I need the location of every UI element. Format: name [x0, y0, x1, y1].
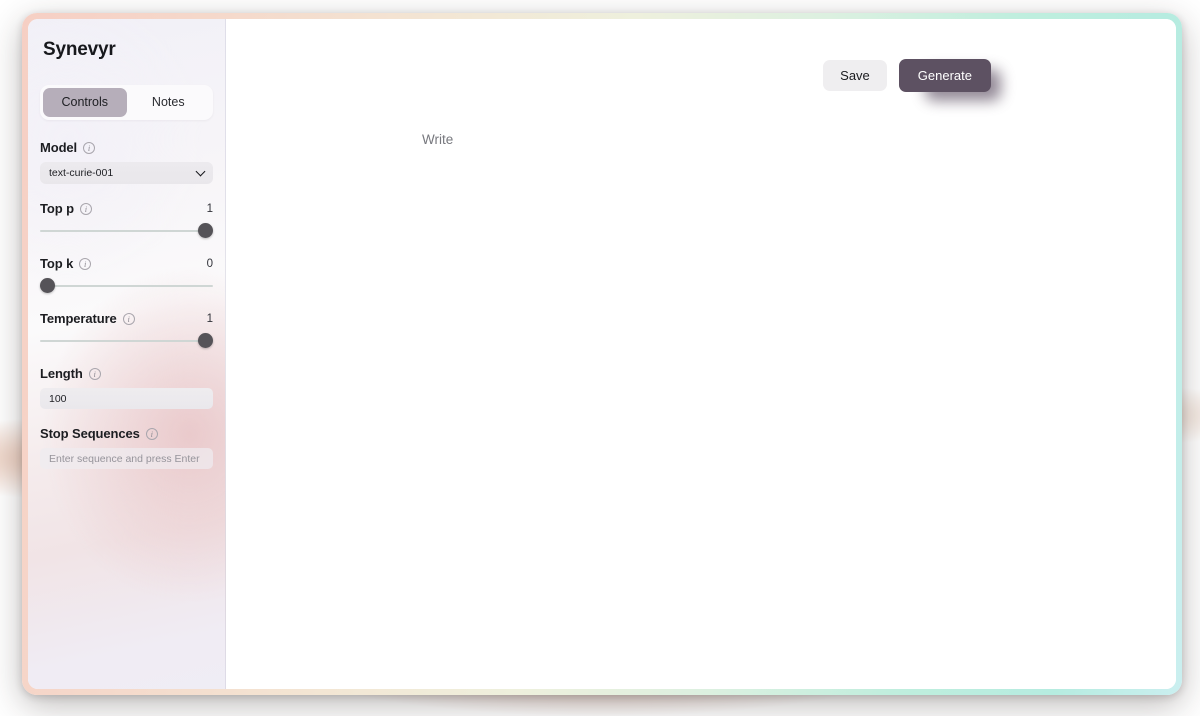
model-select-value: text-curie-001: [49, 167, 114, 179]
field-temperature: Temperature i 1: [40, 311, 213, 349]
field-model-header: Model i: [40, 140, 213, 155]
slider-track: [40, 340, 213, 342]
field-stop-sequences-header: Stop Sequences i: [40, 426, 213, 441]
slider-thumb[interactable]: [198, 223, 213, 238]
generate-button-wrapper: Generate: [898, 59, 1001, 101]
tab-controls[interactable]: Controls: [43, 88, 127, 117]
info-icon[interactable]: i: [83, 141, 96, 154]
field-top-p-label: Top p: [40, 201, 74, 216]
length-input[interactable]: [40, 388, 213, 409]
info-icon[interactable]: i: [88, 367, 101, 380]
field-top-p-header: Top p i 1: [40, 201, 213, 216]
field-stop-sequences: Stop Sequences i: [40, 426, 213, 469]
field-temperature-header: Temperature i 1: [40, 311, 213, 326]
field-stop-sequences-label: Stop Sequences: [40, 426, 140, 441]
field-top-k-header: Top k i 0: [40, 256, 213, 271]
field-top-k-label: Top k: [40, 256, 74, 271]
editor-pane: Save Generate Write: [226, 19, 1176, 689]
field-top-p-value: 1: [206, 202, 213, 215]
editor-placeholder[interactable]: Write: [422, 132, 453, 147]
top-p-slider[interactable]: [40, 223, 213, 239]
field-top-p: Top p i 1: [40, 201, 213, 239]
slider-track: [40, 285, 213, 287]
field-temperature-label: Temperature: [40, 311, 117, 326]
field-top-k: Top k i 0: [40, 256, 213, 294]
info-icon[interactable]: i: [122, 312, 135, 325]
field-model-label: Model: [40, 140, 78, 155]
stop-sequences-input[interactable]: [40, 448, 213, 469]
page-title: Synevyr: [43, 39, 116, 60]
save-button[interactable]: Save: [823, 60, 887, 91]
info-icon[interactable]: i: [79, 257, 92, 270]
tab-bar: Controls Notes: [40, 85, 213, 120]
app-window: Synevyr Controls Notes Model i text-curi…: [22, 13, 1182, 695]
tab-notes[interactable]: Notes: [127, 88, 211, 117]
chevron-down-icon: [197, 168, 205, 176]
slider-thumb[interactable]: [198, 333, 213, 348]
field-length-label: Length: [40, 366, 83, 381]
sidebar: Synevyr Controls Notes Model i text-curi…: [28, 19, 226, 689]
generate-button[interactable]: Generate: [898, 59, 991, 92]
field-top-k-value: 0: [206, 257, 213, 270]
slider-thumb[interactable]: [40, 278, 55, 293]
model-select[interactable]: text-curie-001: [40, 162, 213, 184]
field-length-header: Length i: [40, 366, 213, 381]
temperature-slider[interactable]: [40, 333, 213, 349]
field-model: Model i text-curie-001: [40, 140, 213, 184]
field-temperature-value: 1: [206, 312, 213, 325]
window-content: Synevyr Controls Notes Model i text-curi…: [28, 19, 1176, 689]
info-icon[interactable]: i: [145, 427, 158, 440]
field-length: Length i: [40, 366, 213, 409]
toolbar: Save Generate: [823, 59, 1001, 101]
top-k-slider[interactable]: [40, 278, 213, 294]
slider-track: [40, 230, 213, 232]
info-icon[interactable]: i: [79, 202, 92, 215]
desktop-background: Synevyr Controls Notes Model i text-curi…: [0, 0, 1200, 716]
